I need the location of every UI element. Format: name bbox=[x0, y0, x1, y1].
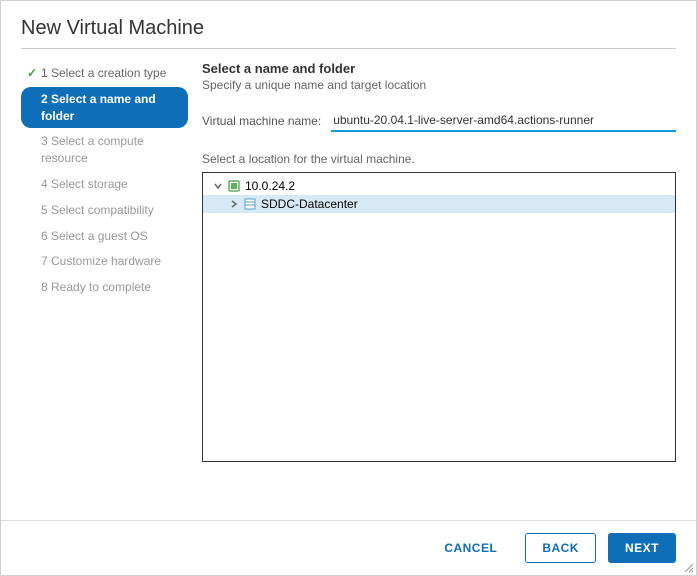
step-ready-complete: 8 Ready to complete bbox=[21, 275, 188, 300]
tree-root-label: 10.0.24.2 bbox=[245, 179, 295, 193]
section-subheading: Specify a unique name and target locatio… bbox=[202, 78, 676, 92]
vmname-input[interactable] bbox=[331, 110, 676, 132]
step-compatibility: 5 Select compatibility bbox=[21, 198, 188, 223]
back-button[interactable]: BACK bbox=[525, 533, 596, 563]
tree-datacenter-label: SDDC-Datacenter bbox=[261, 197, 358, 211]
vcenter-icon bbox=[227, 179, 241, 193]
cancel-button[interactable]: CANCEL bbox=[428, 533, 513, 563]
tree-datacenter[interactable]: SDDC-Datacenter bbox=[203, 195, 675, 213]
caret-down-icon[interactable] bbox=[213, 182, 223, 190]
step-customize-hardware: 7 Customize hardware bbox=[21, 249, 188, 274]
step-guest-os: 6 Select a guest OS bbox=[21, 224, 188, 249]
dialog-footer: CANCEL BACK NEXT bbox=[1, 520, 696, 575]
wizard-steps: 1 Select a creation type 2 Select a name… bbox=[21, 61, 196, 462]
step-compute-resource: 3 Select a compute resource bbox=[21, 129, 188, 171]
caret-right-icon[interactable] bbox=[229, 200, 239, 208]
tree-root-host[interactable]: 10.0.24.2 bbox=[203, 177, 675, 195]
step-creation-type[interactable]: 1 Select a creation type bbox=[21, 61, 188, 86]
dialog-title: New Virtual Machine bbox=[21, 17, 676, 49]
datacenter-icon bbox=[243, 197, 257, 211]
vmname-label: Virtual machine name: bbox=[202, 114, 321, 128]
step-storage: 4 Select storage bbox=[21, 172, 188, 197]
location-tree[interactable]: 10.0.24.2 SDDC-Datacenter bbox=[202, 172, 676, 462]
step-name-folder[interactable]: 2 Select a name and folder bbox=[21, 87, 188, 129]
next-button[interactable]: NEXT bbox=[608, 533, 676, 563]
location-label: Select a location for the virtual machin… bbox=[202, 152, 676, 166]
resize-grip-icon[interactable] bbox=[684, 563, 694, 573]
section-heading: Select a name and folder bbox=[202, 61, 676, 76]
